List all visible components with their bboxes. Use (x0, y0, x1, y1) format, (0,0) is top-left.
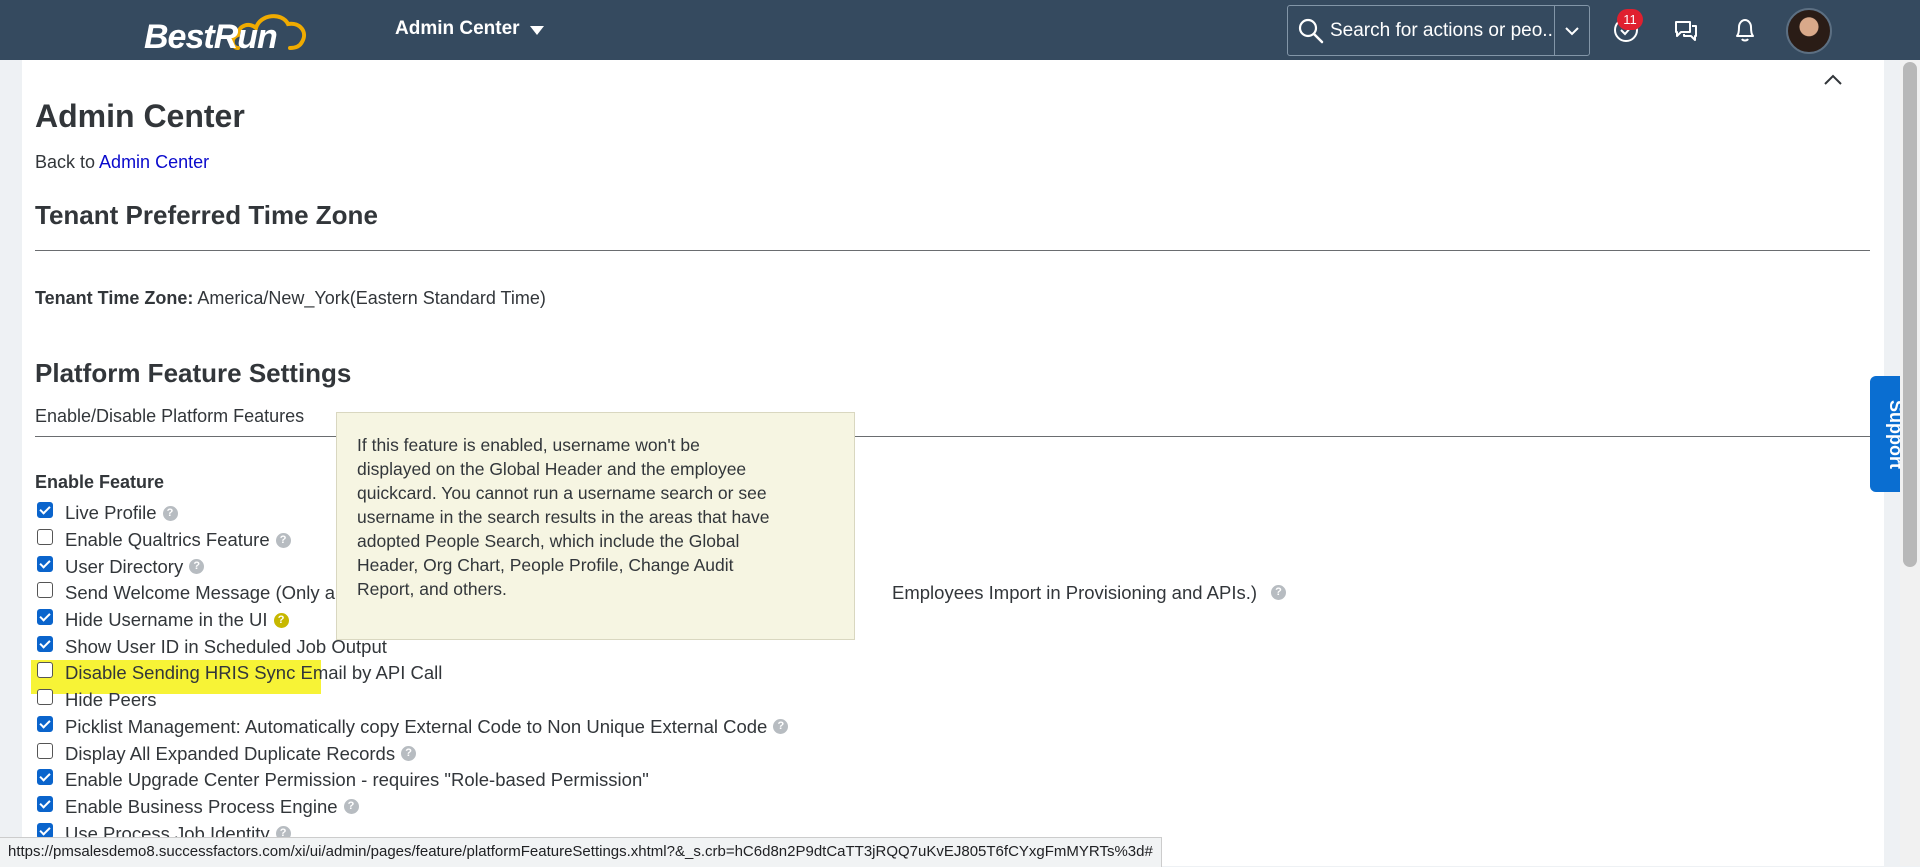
tooltip-text: If this feature is enabled, username won… (357, 435, 770, 599)
help-icon[interactable]: ? (162, 505, 178, 521)
page-title: Admin Center (35, 98, 245, 134)
notification-count-badge: 11 (1617, 9, 1643, 30)
feature-label-tail: Employees Import in Provisioning and API… (892, 582, 1258, 604)
hide-username-tooltip: If this feature is enabled, username won… (336, 412, 855, 640)
feature-checkbox[interactable] (37, 609, 53, 626)
admin-center-page: Admin Center Back to Admin Center Tenant… (22, 60, 1885, 866)
divider (35, 250, 1870, 251)
feature-checkbox[interactable] (37, 689, 53, 706)
bestrun-logo[interactable]: BestRun (144, 8, 314, 56)
help-icon[interactable]: ? (1271, 585, 1286, 601)
platform-subtitle: Enable/Disable Platform Features (35, 406, 305, 426)
status-bar-url: https://pmsalesdemo8.successfactors.com/… (0, 837, 1162, 867)
caret-down-icon (529, 25, 544, 35)
tz-section-title: Tenant Preferred Time Zone (35, 200, 378, 230)
logo-text: BestRun (144, 18, 278, 56)
feature-label: Enable Upgrade Center Permission - requi… (65, 769, 649, 791)
feature-checkbox[interactable] (37, 742, 53, 759)
admin-center-link[interactable]: Admin Center (99, 152, 209, 172)
tenant-time-zone: Tenant Time Zone: America/New_York(Easte… (35, 288, 546, 309)
feature-label: Enable Qualtrics Feature (65, 529, 270, 551)
product-menu-button[interactable]: Admin Center (395, 18, 544, 40)
feature-checkbox[interactable] (37, 715, 53, 732)
divider (35, 436, 1885, 437)
feature-row: Hide Peers (37, 687, 1537, 714)
feature-label: Hide Username in the UI (65, 609, 268, 631)
chevron-up-icon[interactable] (1821, 68, 1845, 92)
feature-label: Disable Sending HRIS Sync Email by API C… (65, 662, 443, 684)
tz-value: America/New_York(Eastern Standard Time) (197, 288, 546, 308)
bell-icon (1736, 19, 1754, 42)
feature-label: Live Profile (65, 502, 157, 524)
user-avatar[interactable] (1786, 8, 1832, 54)
page-scrollbar[interactable] (1900, 60, 1920, 866)
platform-section-title: Platform Feature Settings (35, 358, 352, 388)
shell-bar: BestRun Admin Center Search for actions … (0, 0, 1920, 60)
back-to-row: Back to Admin Center (35, 152, 209, 173)
feature-checkbox[interactable] (37, 795, 53, 812)
product-menu-label: Admin Center (395, 18, 520, 39)
help-icon[interactable]: ? (275, 532, 291, 548)
feature-label: Enable Business Process Engine (65, 795, 338, 817)
feedback-button[interactable] (1670, 14, 1702, 46)
chevron-down-icon (1565, 26, 1579, 35)
feature-row: Enable Upgrade Center Permission - requi… (37, 767, 1537, 794)
help-icon[interactable]: ? (273, 612, 289, 628)
feature-label: Picklist Management: Automatically copy … (65, 715, 768, 737)
feature-row: Enable Business Process Engine? (37, 794, 1537, 821)
feature-checkbox[interactable] (37, 635, 53, 652)
feature-row: Picklist Management: Automatically copy … (37, 714, 1537, 741)
feature-label: User Directory (65, 555, 184, 577)
help-icon[interactable]: ? (343, 799, 359, 815)
tz-label: Tenant Time Zone: (35, 288, 194, 308)
global-search-field[interactable]: Search for actions or peo... (1287, 5, 1590, 56)
feature-label: Send Welcome Message (Only a (65, 582, 336, 604)
feature-row: Disable Sending HRIS Sync Email by API C… (37, 660, 1537, 687)
search-dropdown-button[interactable] (1554, 6, 1589, 55)
feature-label: Display All Expanded Duplicate Records (65, 742, 396, 764)
help-icon[interactable]: ? (773, 719, 789, 735)
help-icon[interactable]: ? (401, 746, 417, 762)
back-to-prefix: Back to (35, 152, 96, 172)
enable-feature-heading: Enable Feature (35, 472, 165, 492)
feature-checkbox[interactable] (37, 555, 53, 572)
help-icon[interactable]: ? (189, 559, 205, 575)
feature-checkbox[interactable] (37, 529, 53, 546)
search-input[interactable]: Search for actions or peo... (1330, 20, 1554, 42)
notifications-button[interactable] (1729, 14, 1761, 46)
scrollbar-thumb[interactable] (1903, 62, 1917, 567)
feature-checkbox[interactable] (37, 582, 53, 599)
feature-label: Hide Peers (65, 689, 157, 711)
search-icon (1298, 18, 1324, 43)
feature-checkbox[interactable] (37, 502, 53, 519)
feature-checkbox[interactable] (37, 769, 53, 786)
feature-checkbox[interactable] (37, 662, 53, 679)
feature-row: Display All Expanded Duplicate Records? (37, 740, 1537, 767)
chat-bubbles-icon (1675, 21, 1697, 41)
